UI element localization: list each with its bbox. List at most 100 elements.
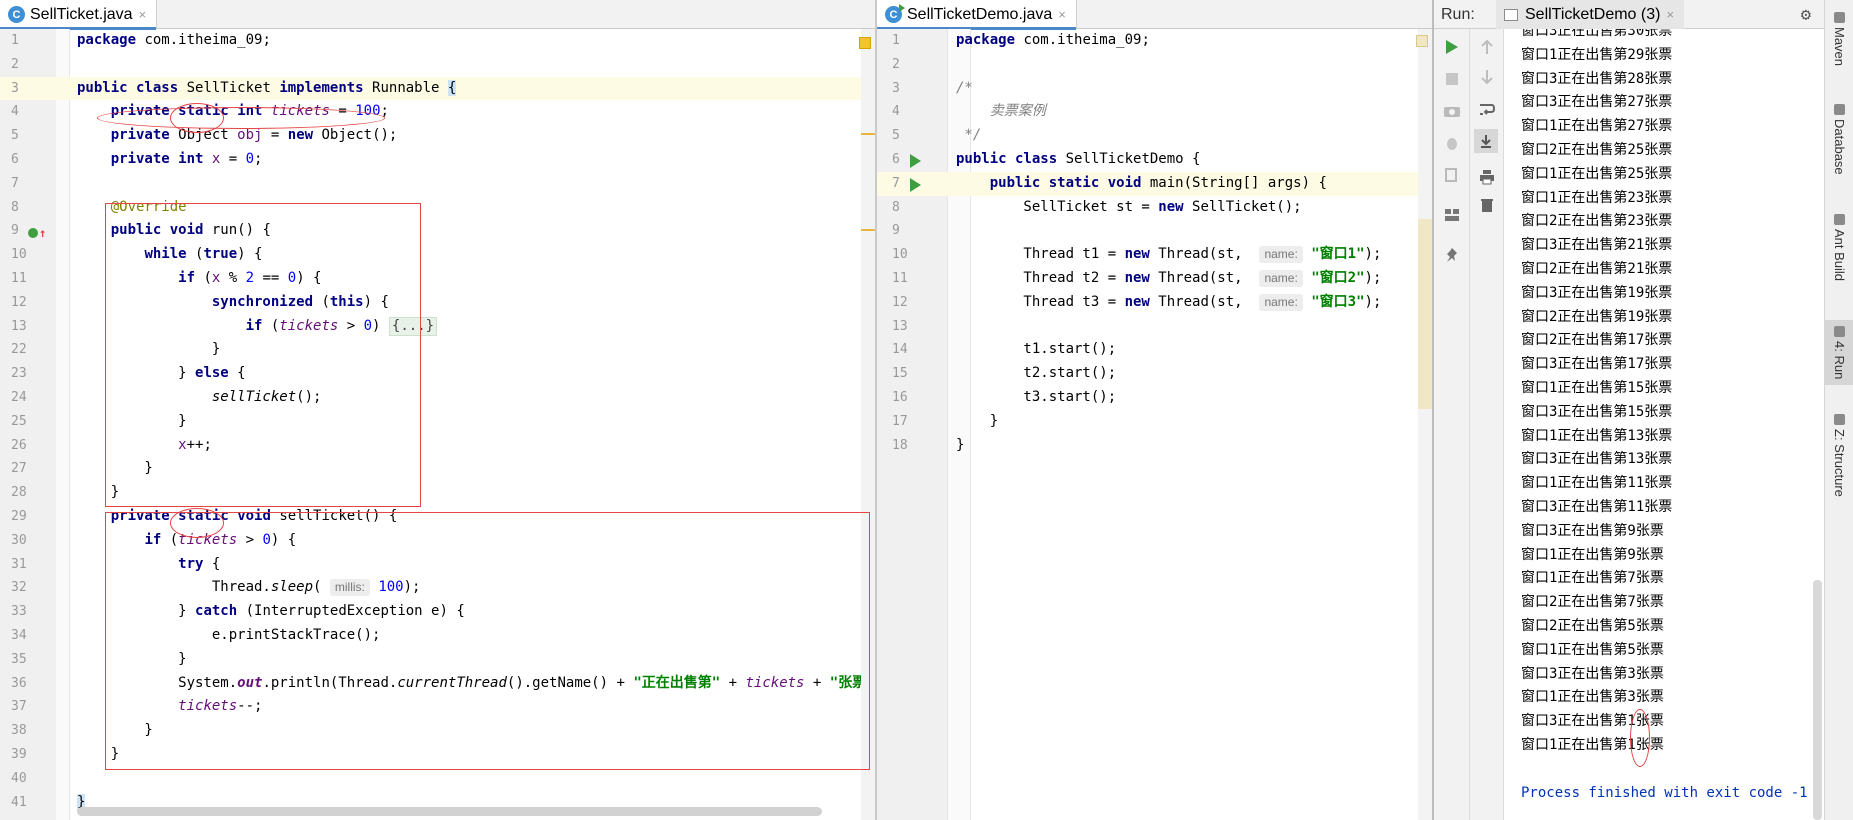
close-icon[interactable]: × [139,7,147,22]
code-line[interactable]: 12 Thread t3 = new Thread(st, name: "窗口3… [877,291,1432,315]
run-main-icon[interactable] [910,178,921,192]
layout-icon[interactable] [1442,205,1462,225]
sidebar-item-maven[interactable]: Maven [1825,6,1853,72]
line-number: 31 [11,556,27,572]
code-line[interactable]: 13 [877,315,1432,339]
scroll-to-end-icon[interactable] [1474,129,1498,153]
run-tab[interactable]: SellTicketDemo (3) × [1496,0,1685,29]
code-line[interactable]: 4 卖票案例 [877,100,1432,124]
status-marker-icon[interactable] [1416,35,1428,47]
tab-sellticketdemo[interactable]: C SellTicketDemo.java × [877,0,1077,30]
code-line[interactable]: 5 */ [877,124,1432,148]
code-text[interactable]: package com.itheima_09; [956,29,1150,53]
code-text[interactable]: 卖票案例 [956,100,1046,124]
code-line[interactable]: 2 [0,53,875,77]
console-line: 窗口1正在出售第13张票 [1521,427,1673,444]
code-text[interactable]: /* [956,77,973,101]
code-line[interactable]: 2 [877,53,1432,77]
code-line[interactable]: 17 } [877,410,1432,434]
class-run-icon: C [885,4,905,23]
code-line[interactable]: 8 SellTicket st = new SellTicket(); [877,196,1432,220]
editor-sellticket[interactable]: C SellTicket.java × 1 package com.itheima… [0,0,875,820]
code-line[interactable]: 18} [877,434,1432,458]
tab-label: SellTicket.java [30,5,133,23]
code-text[interactable]: Thread t2 = new Thread(st, name: "窗口2"); [956,267,1381,291]
code-line[interactable]: 40 [0,767,875,791]
close-icon[interactable]: × [1058,7,1066,22]
code-line[interactable]: 5 private Object obj = new Object(); [0,124,875,148]
code-text[interactable]: t3.start(); [956,386,1116,410]
code-text[interactable]: Thread t3 = new Thread(st, name: "窗口3"); [956,291,1381,315]
run-class-icon[interactable] [910,154,921,168]
sidebar-item-ant-build[interactable]: Ant Build [1825,208,1853,287]
line-number: 15 [892,366,908,382]
code-line[interactable]: 16 t3.start(); [877,386,1432,410]
console-line: 窗口2正在出售第5张票 [1521,618,1664,634]
exit-icon[interactable] [1442,165,1462,185]
rerun-button[interactable] [1442,37,1462,57]
code-text[interactable]: */ [956,124,981,148]
console-scrollbar[interactable] [1813,580,1822,820]
code-line[interactable]: 7 [0,172,875,196]
close-icon[interactable]: × [1666,7,1674,22]
pin-icon[interactable] [1442,245,1462,265]
sidebar-item-4-run[interactable]: 4: Run [1825,320,1853,386]
console-line: 窗口3正在出售第21张票 [1521,237,1673,254]
code-line[interactable]: 6 private int x = 0; [0,148,875,172]
line-number: 39 [11,747,27,762]
console-line: 窗口3正在出售第15张票 [1521,403,1673,420]
soft-wrap-icon[interactable] [1477,99,1497,119]
up-arrow-icon[interactable]: ↑ [39,226,46,240]
horizontal-scrollbar[interactable] [77,807,822,816]
line-number: 29 [11,509,27,524]
code-lines[interactable]: 1 package com.itheima_09; 2 3 /* 4 卖票案例 5 */6 p… [877,29,1432,820]
error-stripe[interactable] [1416,29,1432,820]
editor-sellticketdemo[interactable]: C SellTicketDemo.java × 1 package com.ith… [877,0,1432,820]
camera-icon[interactable] [1442,101,1462,121]
console-line: 窗口1正在出售第15张票 [1521,380,1673,396]
up-icon[interactable] [1477,37,1497,57]
code-text[interactable]: public class SellTicketDemo { [956,148,1200,172]
sidebar-item-database[interactable]: Database [1825,98,1853,181]
code-line[interactable]: 3 /* [877,77,1432,101]
console-output[interactable]: Process finished with exit code -1 窗口1正在出… [1505,29,1824,820]
class-icon: C [8,6,25,23]
code-text[interactable]: public class SellTicket implements Runna… [77,77,457,101]
code-text[interactable]: private int x = 0; [77,148,263,172]
code-line[interactable]: 1 package com.itheima_09; [0,29,875,53]
override-icon[interactable] [28,228,38,238]
tab-sellticket[interactable]: C SellTicket.java × [0,0,158,30]
stripe-mark[interactable] [861,133,875,135]
bug-icon[interactable] [1442,133,1462,153]
line-number: 3 [892,80,900,96]
code-text[interactable]: public static void main(String[] args) { [956,172,1327,196]
code-text[interactable]: package com.itheima_09; [77,29,271,53]
line-number: 11 [11,271,27,286]
code-line[interactable]: 3 public class SellTicket implements Runn… [0,76,875,101]
code-line[interactable]: 15 t2.start(); [877,362,1432,386]
code-line[interactable]: 9 [877,219,1432,243]
code-text[interactable]: SellTicket st = new SellTicket(); [956,196,1301,220]
code-line[interactable]: 1 package com.itheima_09; [877,29,1432,53]
ide-window: C SellTicket.java × 1 package com.itheima… [0,0,1853,820]
code-text[interactable]: t2.start(); [956,362,1116,386]
warning-marker-icon[interactable] [859,37,871,49]
code-line[interactable]: 14 t1.start(); [877,338,1432,362]
console-line: 窗口2正在出售第25张票 [1521,142,1673,158]
stop-button[interactable] [1442,69,1462,89]
code-text[interactable]: Thread t1 = new Thread(st, name: "窗口1"); [956,243,1381,267]
gear-icon[interactable]: ⚙ [1801,5,1811,25]
code-line[interactable]: 11 Thread t2 = new Thread(st, name: "窗口2… [877,267,1432,291]
down-icon[interactable] [1477,67,1497,87]
line-number: 8 [11,199,19,215]
code-text[interactable]: } [956,410,998,434]
stripe-mark[interactable] [861,229,875,231]
code-line[interactable]: 10 Thread t1 = new Thread(st, name: "窗口1… [877,243,1432,267]
code-line[interactable]: 6 public class SellTicketDemo { [877,148,1432,172]
print-icon[interactable] [1477,167,1497,187]
code-text[interactable]: t1.start(); [956,338,1116,362]
sidebar-item-z-structure[interactable]: Z: Structure [1825,408,1853,503]
trash-icon[interactable] [1477,195,1497,215]
code-line[interactable]: 7 public static void main(String[] args)… [877,171,1432,196]
code-text[interactable]: } [956,434,964,458]
